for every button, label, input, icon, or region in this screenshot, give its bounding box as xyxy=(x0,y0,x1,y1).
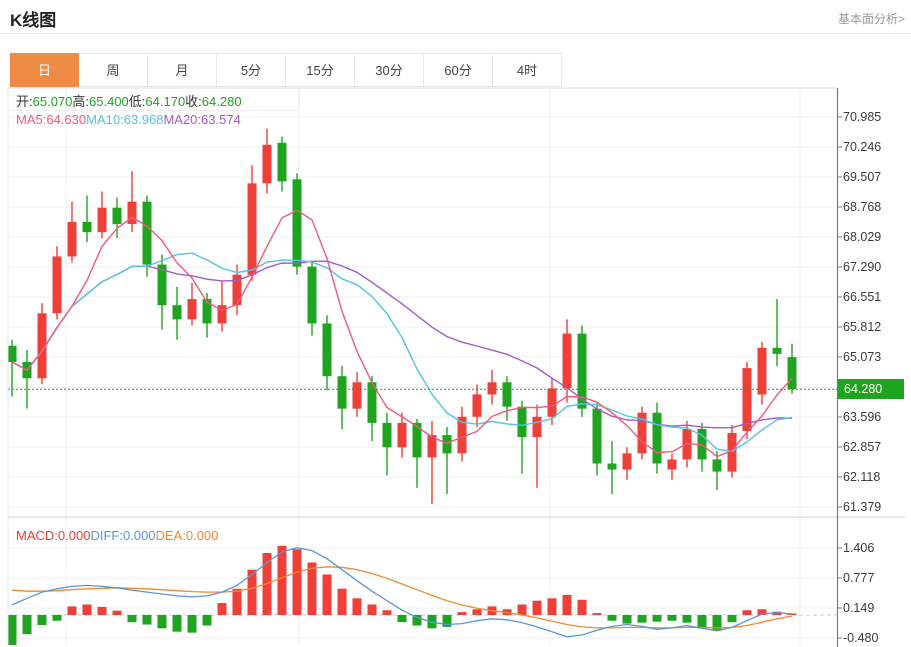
tab-5min[interactable]: 5分 xyxy=(217,53,286,87)
legend-ma-item: MA10:63.968 xyxy=(86,112,163,127)
macd-tick-label: 1.406 xyxy=(843,539,874,557)
ma-legend: MA5:64.630MA10:63.968MA20:63.574 xyxy=(16,112,241,127)
macd-tick-label: 0.777 xyxy=(843,569,874,587)
legend-ohlc-item: 收:64.280 xyxy=(185,94,241,109)
price-tick-label: 70.985 xyxy=(843,108,881,126)
price-tick-label: 67.290 xyxy=(843,258,881,276)
tab-week[interactable]: 周 xyxy=(79,53,148,87)
legend-macd-item: MACD:0.000 xyxy=(16,528,90,543)
tab-30min[interactable]: 30分 xyxy=(355,53,424,87)
price-tick-label: 68.768 xyxy=(843,198,881,216)
tab-4hour[interactable]: 4时 xyxy=(493,53,562,87)
ma20-line xyxy=(12,261,792,428)
price-tick-label: 65.812 xyxy=(843,318,881,336)
diff-line xyxy=(12,548,792,637)
tab-day[interactable]: 日 xyxy=(10,53,79,87)
legend-ohlc-item: 开:65.070 xyxy=(16,94,72,109)
legend-ohlc-item: 高:65.400 xyxy=(72,94,128,109)
macd-bars-group xyxy=(8,546,797,645)
price-tick-label: 70.246 xyxy=(843,138,881,156)
price-tick-label: 69.507 xyxy=(843,168,881,186)
legend-ma-item: MA5:64.630 xyxy=(16,112,86,127)
legend-ohlc-item: 低:64.170 xyxy=(129,94,185,109)
price-tick-label: 63.596 xyxy=(843,408,881,426)
price-tick-label: 61.379 xyxy=(843,498,881,516)
macd-tick-label: 0.149 xyxy=(843,599,874,617)
chart-frame xyxy=(8,88,905,647)
price-tick-label: 62.118 xyxy=(843,468,880,486)
ohlc-legend: 开:65.070高:65.400低:64.170收:64.280 xyxy=(16,91,242,110)
legend-ma-item: MA20:63.574 xyxy=(163,112,240,127)
price-tick-label: 66.551 xyxy=(843,288,881,306)
tab-15min[interactable]: 15分 xyxy=(286,53,355,87)
price-tick-label: 65.073 xyxy=(843,348,881,366)
kline-chart[interactable]: 开:65.070高:65.400低:64.170收:64.280 MA5:64.… xyxy=(0,0,911,647)
price-tick-label: 68.029 xyxy=(843,228,881,246)
price-tick-label: 62.857 xyxy=(843,438,881,456)
macd-tick-label: -0.480 xyxy=(843,629,878,647)
tab-60min[interactable]: 60分 xyxy=(424,53,493,87)
current-price-tag: 64.280 xyxy=(838,379,904,399)
legend-macd-item: DEA:0.000 xyxy=(155,528,218,543)
tab-month[interactable]: 月 xyxy=(148,53,217,87)
kline-widget: K线图 基本面分析> 开:65.070高:65.400低:64.170收:64.… xyxy=(0,0,911,647)
period-tabbar: 日周月5分15分30分60分4时 xyxy=(10,53,562,87)
macd-legend: MACD:0.000DIFF:0.000DEA:0.000 xyxy=(16,528,218,543)
legend-macd-item: DIFF:0.000 xyxy=(90,528,155,543)
